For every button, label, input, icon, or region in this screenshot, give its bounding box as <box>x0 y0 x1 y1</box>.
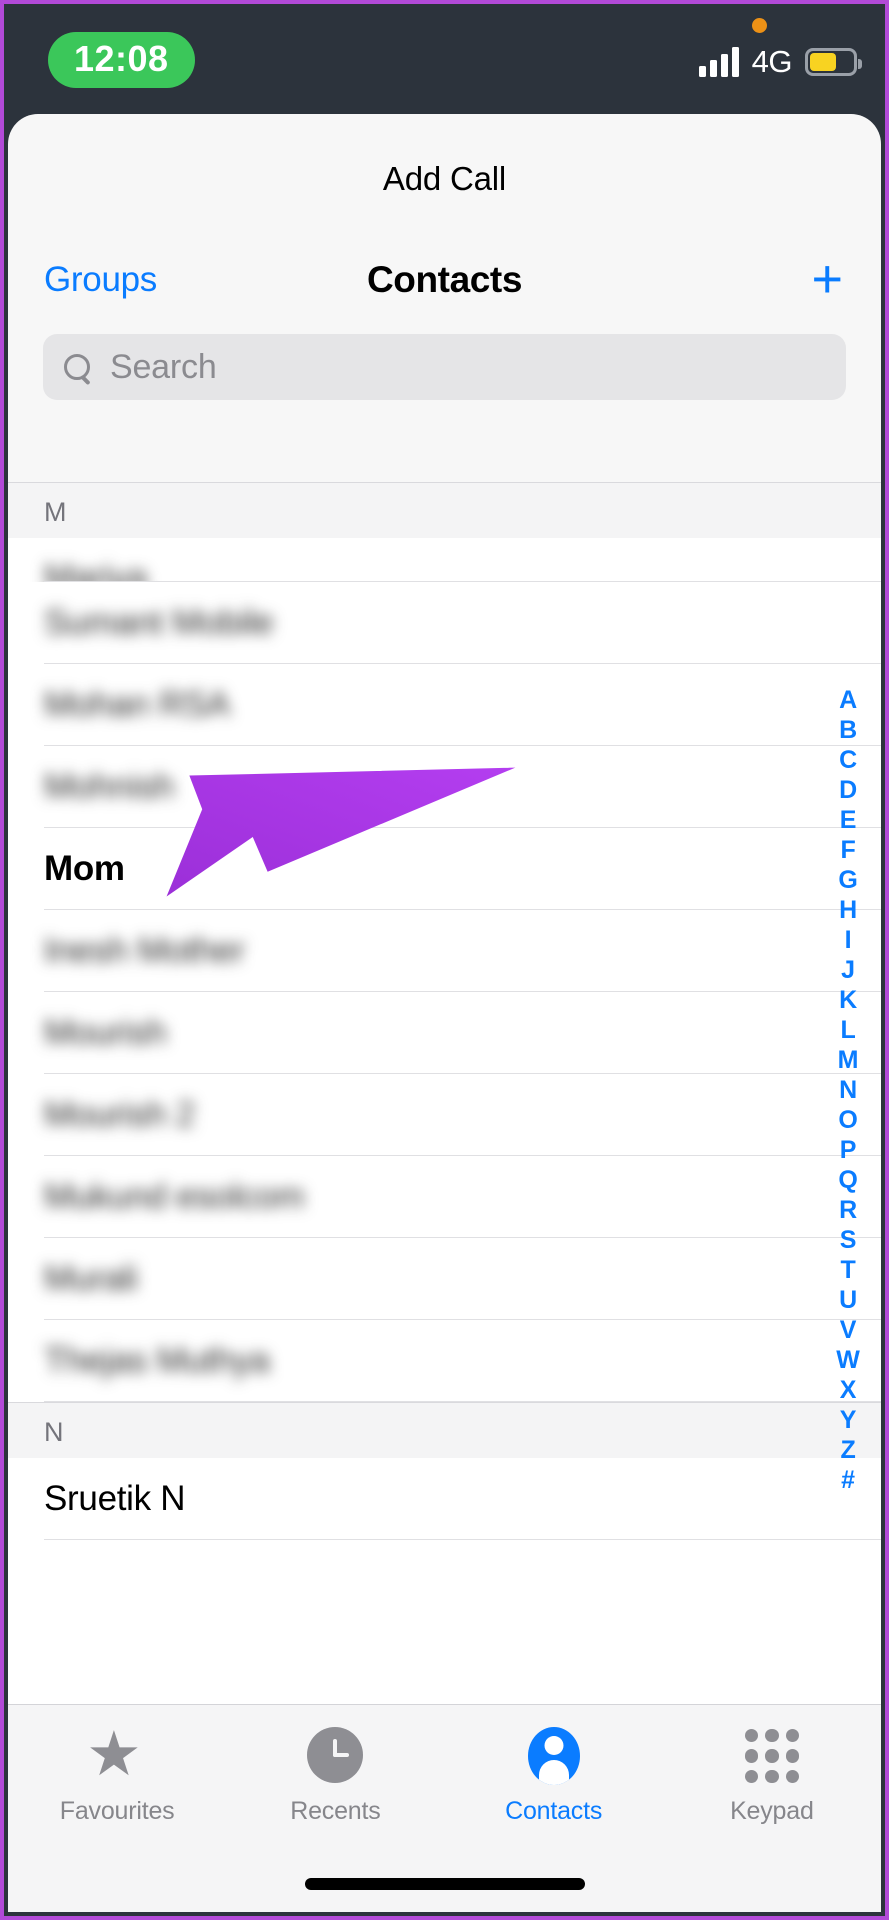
contact-name: Mohnish <box>44 767 175 806</box>
battery-low-power-icon <box>805 48 862 76</box>
index-letter-b[interactable]: B <box>839 718 857 743</box>
section-header-m: M <box>8 482 881 538</box>
contact-row[interactable]: Mohan RSA <box>8 664 881 746</box>
alphabet-index[interactable]: A B C D E F G H I J K L M N O P Q R S T U V W X Y Z # <box>829 688 867 1493</box>
tab-favourites-label: Favourites <box>59 1797 175 1825</box>
index-letter-p[interactable]: P <box>840 1138 857 1163</box>
contacts-list[interactable]: M Mariya Sumant Mobile Mohan RSA Mohnish Mom I… <box>8 482 881 1912</box>
contact-row[interactable]: Mourish 2 <box>8 1074 881 1156</box>
index-letter-o[interactable]: O <box>838 1108 857 1133</box>
status-time: 12:08 <box>48 32 195 88</box>
contact-name: Mourish 2 <box>44 1095 195 1134</box>
signal-bars-icon <box>698 47 739 77</box>
index-letter-y[interactable]: Y <box>840 1408 857 1433</box>
index-letter-r[interactable]: R <box>839 1198 857 1223</box>
search-input[interactable]: Search <box>43 334 846 400</box>
person-icon <box>523 1727 585 1785</box>
orange-dot-icon <box>751 18 767 33</box>
index-letter-x[interactable]: X <box>840 1378 857 1403</box>
index-letter-i[interactable]: I <box>845 928 852 953</box>
index-letter-z[interactable]: Z <box>840 1438 855 1463</box>
network-type-label: 4G <box>751 44 793 79</box>
add-call-sheet: Add Call Groups Contacts + Search M Mariy… <box>8 114 881 1912</box>
index-letter-e[interactable]: E <box>840 808 857 833</box>
contact-name: Sumant Mobile <box>44 603 274 642</box>
contact-name: Inesh Mother <box>44 931 245 970</box>
contact-row[interactable]: Sruetik N <box>8 1458 881 1540</box>
contact-name: Mourish <box>44 1013 167 1052</box>
contact-row[interactable]: Mariya <box>8 538 881 597</box>
index-letter-h[interactable]: H <box>839 898 857 923</box>
contact-row[interactable]: Mourish <box>8 992 881 1074</box>
index-letter-m[interactable]: M <box>838 1048 859 1073</box>
contact-name: Mohan RSA <box>44 685 231 724</box>
tab-contacts-label: Contacts <box>505 1797 603 1825</box>
index-letter-t[interactable]: T <box>840 1258 855 1283</box>
tab-recents-label: Recents <box>290 1797 381 1825</box>
index-letter-u[interactable]: U <box>839 1288 857 1313</box>
index-letter-d[interactable]: D <box>839 778 857 803</box>
index-letter-g[interactable]: G <box>838 868 857 893</box>
contact-row[interactable]: Sumant Mobile <box>8 582 881 664</box>
contact-row[interactable]: Mohnish <box>8 746 881 828</box>
index-letter-hash[interactable]: # <box>841 1468 855 1493</box>
keypad-grid-icon <box>741 1727 803 1785</box>
home-indicator-bar <box>304 1878 585 1890</box>
add-contact-button[interactable]: + <box>811 252 843 306</box>
sheet-title: Add Call <box>382 160 507 197</box>
index-letter-l[interactable]: L <box>840 1018 855 1043</box>
index-letter-c[interactable]: C <box>839 748 857 773</box>
tab-keypad[interactable]: Keypad <box>663 1727 881 1912</box>
contact-row[interactable]: Inesh Mother <box>8 910 881 992</box>
status-bar: 12:08 4G <box>4 4 885 116</box>
index-letter-n[interactable]: N <box>839 1078 857 1103</box>
index-letter-a[interactable]: A <box>839 688 857 713</box>
navigation-bar: Groups Contacts + <box>8 198 881 310</box>
contact-row[interactable]: Mom <box>8 828 881 910</box>
contact-row[interactable]: Mukund esolcom <box>8 1156 881 1238</box>
tab-keypad-label: Keypad <box>730 1797 814 1825</box>
clock-icon <box>304 1727 366 1785</box>
section-header-n: N <box>8 1402 881 1458</box>
index-letter-f[interactable]: F <box>840 838 855 863</box>
contact-name: Mom <box>44 849 125 888</box>
star-icon: ★ <box>86 1720 142 1789</box>
contact-name: Sruetik N <box>44 1479 186 1518</box>
index-letter-w[interactable]: W <box>836 1348 860 1373</box>
contact-row[interactable]: Thejas Muthya <box>8 1320 881 1402</box>
index-letter-j[interactable]: J <box>841 958 855 983</box>
phone-screen: 12:08 4G Add Call Groups Contacts + Sear… <box>0 0 889 1920</box>
contact-name: Thejas Muthya <box>44 1341 270 1380</box>
search-bar-container: Search <box>8 310 881 428</box>
search-placeholder: Search <box>110 347 217 386</box>
status-indicators: 4G <box>698 18 862 80</box>
index-letter-s[interactable]: S <box>840 1228 857 1253</box>
index-letter-v[interactable]: V <box>840 1318 857 1343</box>
tab-favourites[interactable]: ★ Favourites <box>8 1720 226 1912</box>
index-letter-q[interactable]: Q <box>838 1168 857 1193</box>
search-icon <box>63 353 92 382</box>
index-letter-k[interactable]: K <box>839 988 857 1013</box>
tab-bar: ★ Favourites Recents Contacts Keypad <box>8 1704 881 1912</box>
contact-name: Murali <box>44 1259 138 1298</box>
contact-name: Mukund esolcom <box>44 1177 305 1216</box>
groups-button[interactable]: Groups <box>44 260 157 300</box>
contact-row[interactable]: Murali <box>8 1238 881 1320</box>
